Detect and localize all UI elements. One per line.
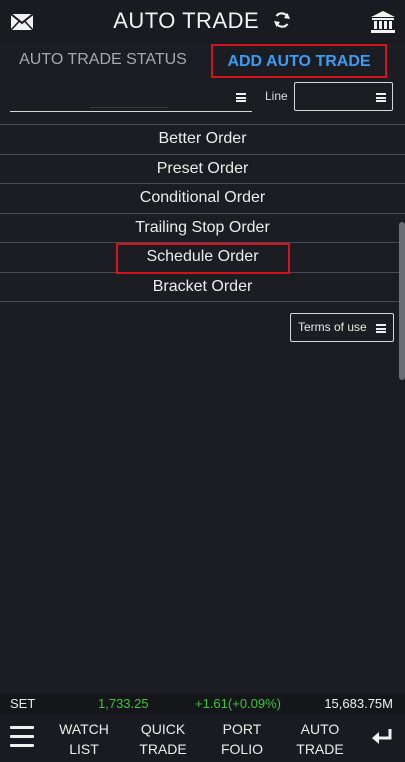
market-ticker: SET 1,733.25 +1.61(+0.09%) 15,683.75M [0,694,405,714]
tab-bar: AUTO TRADE STATUS ADD AUTO TRADE [0,44,405,78]
nav-watch-list[interactable]: WATCH LIST [49,719,119,759]
header-bar: AUTO TRADE [0,0,405,44]
order-type-list: Better Order Preset Order Conditional Or… [0,124,405,302]
terms-of-use-label: Terms of use [298,320,367,334]
menu-icon [236,93,246,102]
line-label: Line [265,89,288,103]
page-title: AUTO TRADE [113,8,260,33]
back-arrow-icon[interactable] [370,726,394,748]
line-select[interactable] [294,82,393,111]
ticker-name: SET [10,696,36,711]
order-type-preset[interactable]: Preset Order [0,155,405,184]
order-type-bracket[interactable]: Bracket Order [0,273,405,302]
bottom-nav: WATCH LIST QUICK TRADE PORT FOLIO AUTO TRADE [0,714,405,762]
filter-row: Line [0,80,405,116]
refresh-icon[interactable] [272,10,292,30]
order-type-trailing-stop[interactable]: Trailing Stop Order [0,214,405,243]
ticker-index: 1,733.25 [98,696,149,711]
nav-portfolio[interactable]: PORT FOLIO [207,719,277,759]
order-type-conditional[interactable]: Conditional Order [0,184,405,214]
nav-auto-trade[interactable]: AUTO TRADE [285,719,355,759]
account-select[interactable] [10,82,252,112]
tab-add-auto-trade[interactable]: ADD AUTO TRADE [211,44,387,78]
ticker-change: +1.61(+0.09%) [195,696,282,711]
terms-of-use-select[interactable]: Terms of use [290,313,394,342]
order-type-better[interactable]: Better Order [0,125,405,155]
ticker-volume: 15,683.75M [324,696,393,711]
scrollbar[interactable] [399,222,405,380]
nav-quick-trade[interactable]: QUICK TRADE [128,719,198,759]
hamburger-menu-icon[interactable] [10,726,34,748]
tab-auto-trade-status[interactable]: AUTO TRADE STATUS [8,44,198,78]
menu-icon [376,93,386,102]
bank-icon[interactable] [370,10,396,34]
account-select-value [90,88,168,108]
menu-icon [376,324,386,333]
order-type-schedule[interactable]: Schedule Order [0,243,405,274]
